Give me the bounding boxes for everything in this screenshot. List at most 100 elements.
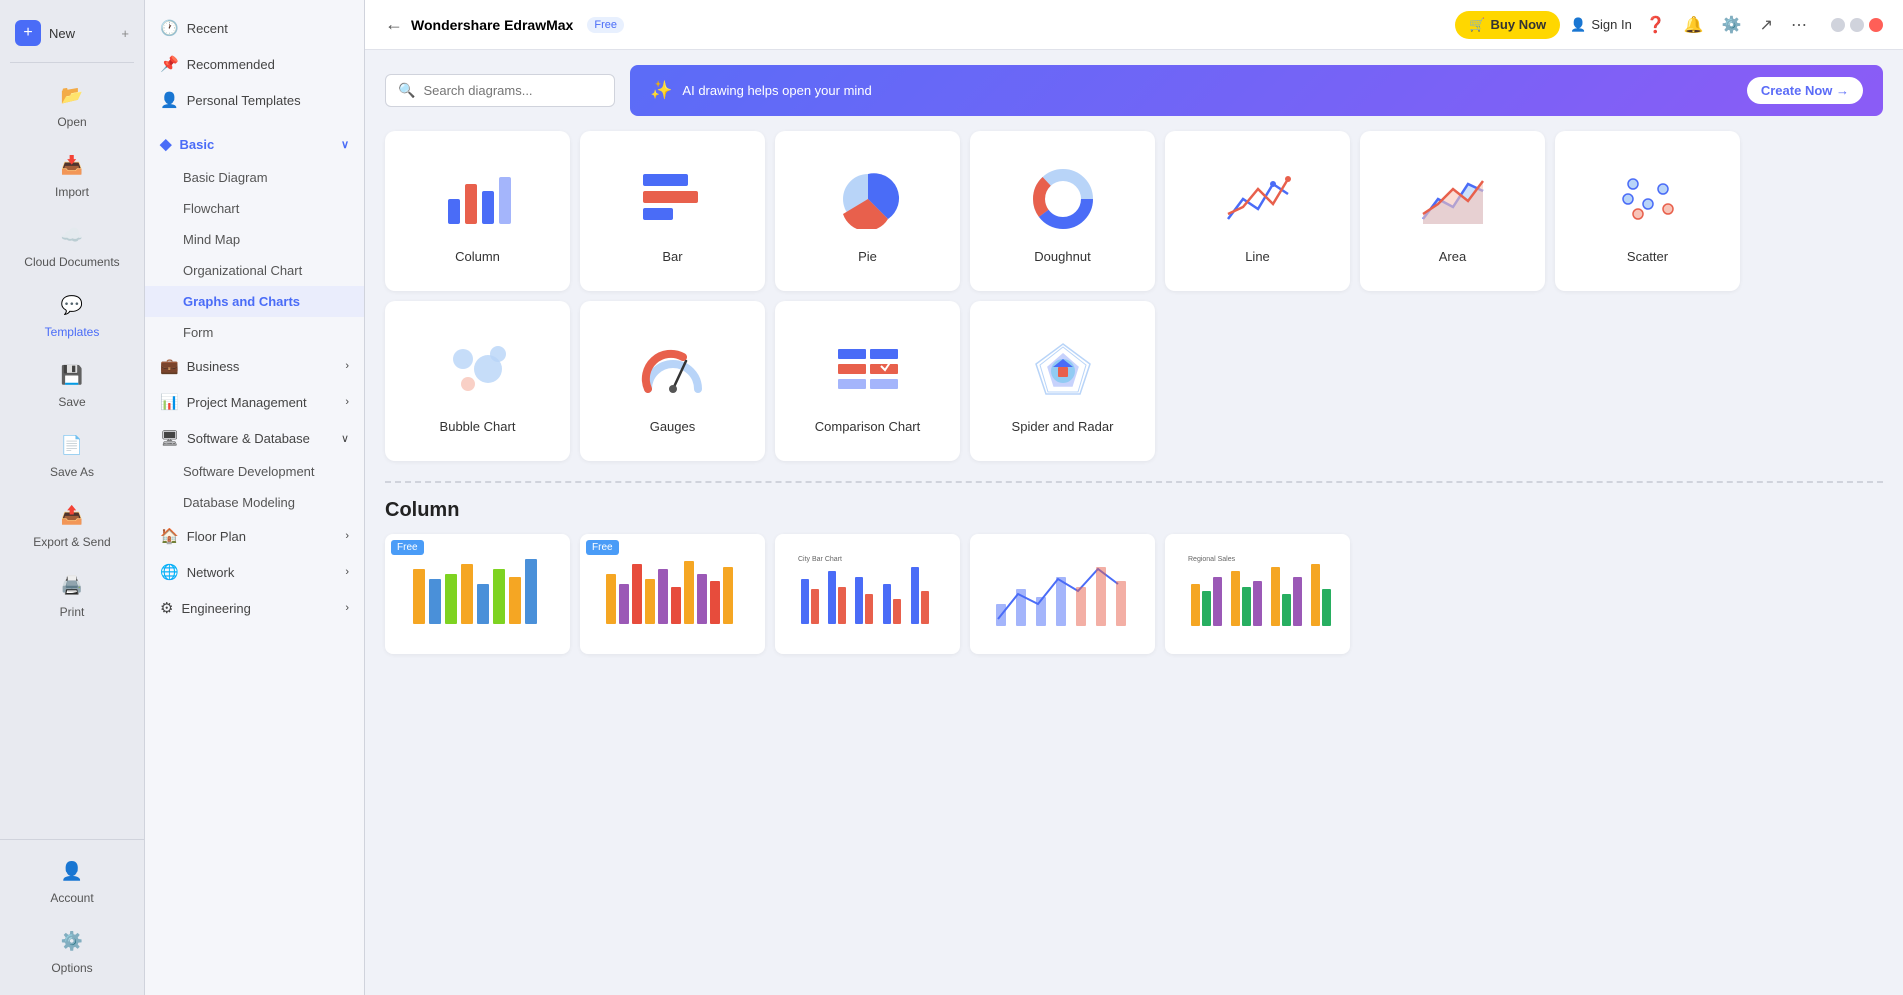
user-icon: 👤	[1570, 17, 1586, 33]
buy-now-button[interactable]: 🛒 Buy Now	[1455, 11, 1560, 39]
more-icon[interactable]: ⋯	[1787, 11, 1811, 39]
cloud-icon: ☁️	[56, 219, 88, 251]
section-divider	[385, 481, 1883, 483]
maximize-button[interactable]: □	[1850, 18, 1864, 32]
sidebar-item-save-as[interactable]: 📄 Save As	[0, 419, 144, 489]
share-icon[interactable]: ↗	[1756, 11, 1777, 39]
ai-banner-left: ✨ AI drawing helps open your mind	[650, 80, 872, 101]
software-db-chevron: ∨	[341, 432, 349, 445]
nav-project[interactable]: 📊 Project Management ›	[145, 384, 364, 420]
nav-network[interactable]: 🌐 Network ›	[145, 554, 364, 590]
create-now-button[interactable]: Create Now →	[1747, 77, 1863, 104]
nav-network-label: Network	[187, 565, 235, 580]
open-icon: 📂	[56, 79, 88, 111]
account-label: Account	[50, 891, 93, 905]
template-thumb-5[interactable]: Regional Sales	[1165, 534, 1350, 654]
nav-db-modeling[interactable]: Database Modeling	[145, 487, 364, 518]
free-badge: Free	[587, 17, 624, 33]
nav-personal[interactable]: 👤 Personal Templates	[145, 82, 364, 118]
nav-software-dev[interactable]: Software Development	[145, 456, 364, 487]
chart-card-pie[interactable]: Pie	[775, 131, 960, 291]
sidebar-item-account[interactable]: 👤 Account	[0, 845, 144, 915]
nav-form[interactable]: Form	[145, 317, 364, 348]
import-icon: 📥	[56, 149, 88, 181]
bar-chart-icon	[633, 159, 713, 239]
chart-card-spider[interactable]: Spider and Radar	[970, 301, 1155, 461]
options-label: Options	[51, 961, 92, 975]
nav-basic[interactable]: ◆ Basic ∨	[145, 126, 364, 162]
chart-card-scatter[interactable]: Scatter	[1555, 131, 1740, 291]
chart-card-comparison[interactable]: Comparison Chart	[775, 301, 960, 461]
ai-banner: ✨ AI drawing helps open your mind Create…	[630, 65, 1883, 116]
sidebar-bottom: 👤 Account ⚙️ Options	[0, 839, 144, 985]
templates-label: Templates	[45, 325, 100, 339]
template-thumb-2[interactable]: Free	[580, 534, 765, 654]
chart-card-bar[interactable]: Bar	[580, 131, 765, 291]
gauges-chart-icon	[633, 329, 713, 409]
cloud-label: Cloud Documents	[24, 255, 119, 269]
sidebar-item-save[interactable]: 💾 Save	[0, 349, 144, 419]
close-button[interactable]: ✕	[1869, 18, 1883, 32]
export-label: Export & Send	[33, 535, 110, 549]
ai-icon: ✨	[650, 80, 672, 101]
nav-engineering-label: Engineering	[181, 601, 250, 616]
minimize-button[interactable]: ─	[1831, 18, 1845, 32]
back-button[interactable]: ←	[385, 14, 403, 35]
chart-card-column[interactable]: Column	[385, 131, 570, 291]
template-thumb-content-5: Regional Sales	[1165, 534, 1350, 654]
nav-recommended[interactable]: 📌 Recommended	[145, 46, 364, 82]
chart-card-gauges[interactable]: Gauges	[580, 301, 765, 461]
nav-flowchart[interactable]: Flowchart	[145, 193, 364, 224]
notification-icon[interactable]: 🔔	[1680, 11, 1708, 39]
chart-card-doughnut[interactable]: Doughnut	[970, 131, 1155, 291]
open-label: Open	[57, 115, 86, 129]
template-thumb-4[interactable]	[970, 534, 1155, 654]
sidebar-nav: 🕐 Recent 📌 Recommended 👤 Personal Templa…	[145, 0, 365, 995]
template-thumb-content-4	[970, 534, 1155, 654]
search-box[interactable]: 🔍	[385, 74, 615, 107]
engineering-icon: ⚙	[160, 599, 173, 617]
nav-software-db[interactable]: 🖥 Software & Database ∨	[145, 420, 364, 456]
sidebar-item-cloud[interactable]: ☁️ Cloud Documents	[0, 209, 144, 279]
cart-icon: 🛒	[1469, 17, 1485, 33]
sidebar-item-import[interactable]: 📥 Import	[0, 139, 144, 209]
sidebar-item-export[interactable]: 📤 Export & Send	[0, 489, 144, 559]
nav-graphs-charts[interactable]: Graphs and Charts	[145, 286, 364, 317]
nav-basic-diagram[interactable]: Basic Diagram	[145, 162, 364, 193]
sidebar-item-open[interactable]: 📂 Open	[0, 69, 144, 139]
nav-engineering[interactable]: ⚙ Engineering ›	[145, 590, 364, 626]
nav-org-chart[interactable]: Organizational Chart	[145, 255, 364, 286]
nav-recommended-label: Recommended	[187, 57, 275, 72]
nav-floor-plan[interactable]: 🏠 Floor Plan ›	[145, 518, 364, 554]
print-label: Print	[60, 605, 85, 619]
template-thumb-3[interactable]: City Bar Chart	[775, 534, 960, 654]
line-chart-label: Line	[1245, 249, 1270, 264]
business-chevron: ›	[345, 360, 349, 372]
basic-icon: ◆	[160, 135, 172, 153]
engineering-chevron: ›	[345, 602, 349, 614]
nav-mind-map[interactable]: Mind Map	[145, 224, 364, 255]
window-controls: ─ □ ✕	[1831, 18, 1883, 32]
chart-card-line[interactable]: Line	[1165, 131, 1350, 291]
nav-business-label: Business	[187, 359, 240, 374]
sidebar-item-templates[interactable]: 💬 Templates	[0, 279, 144, 349]
search-input[interactable]	[423, 83, 602, 98]
nav-business[interactable]: 💼 Business ›	[145, 348, 364, 384]
chart-card-area[interactable]: Area	[1360, 131, 1545, 291]
content-area: 🔍 ✨ AI drawing helps open your mind Crea…	[365, 50, 1903, 995]
doughnut-chart-icon	[1023, 159, 1103, 239]
template-thumb-1[interactable]: Free	[385, 534, 570, 654]
sidebar-item-print[interactable]: 🖨️ Print	[0, 559, 144, 629]
area-chart-icon	[1413, 159, 1493, 239]
bar-chart-label: Bar	[662, 249, 682, 264]
chart-card-bubble[interactable]: Bubble Chart	[385, 301, 570, 461]
sign-in-button[interactable]: 👤 Sign In	[1570, 17, 1632, 33]
settings-icon[interactable]: ⚙️	[1718, 11, 1746, 39]
new-icon: +	[15, 20, 41, 46]
app-title: Wondershare EdrawMax	[411, 17, 573, 33]
sidebar-item-options[interactable]: ⚙️ Options	[0, 915, 144, 985]
sidebar-item-new[interactable]: + New +	[0, 10, 144, 56]
help-icon[interactable]: ❓	[1642, 11, 1670, 39]
nav-recent[interactable]: 🕐 Recent	[145, 10, 364, 46]
top-bar: ← Wondershare EdrawMax Free 🛒 Buy Now 👤 …	[365, 0, 1903, 50]
